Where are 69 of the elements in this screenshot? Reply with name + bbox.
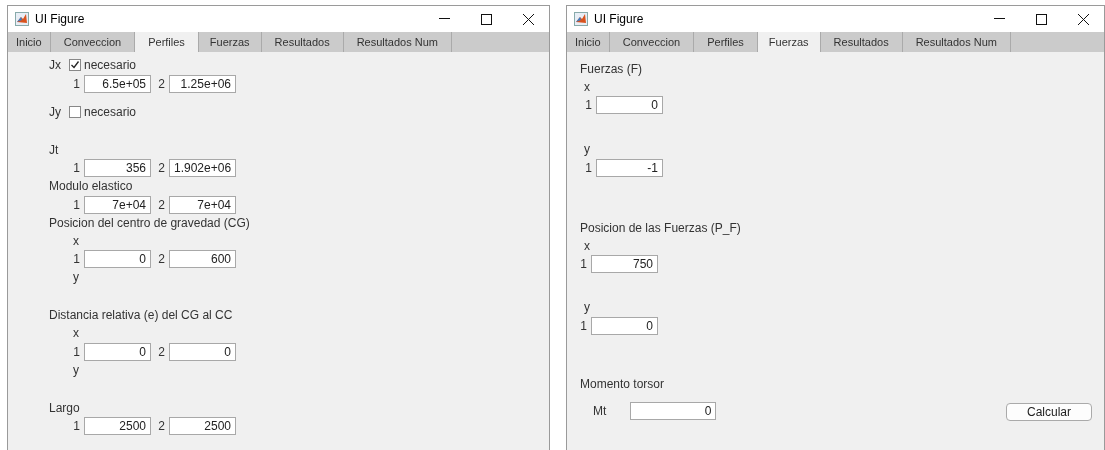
axis-label: x bbox=[73, 234, 79, 248]
number-field[interactable]: 0 bbox=[596, 96, 663, 114]
field-label: Mt bbox=[593, 404, 607, 418]
number-field[interactable]: 7e+04 bbox=[169, 196, 236, 214]
number-field[interactable]: 1.902e+06 bbox=[169, 159, 236, 177]
index-label: 1 bbox=[584, 161, 592, 175]
close-icon[interactable] bbox=[1077, 13, 1089, 25]
number-field[interactable]: 750 bbox=[591, 255, 658, 273]
tab[interactable]: Perfiles bbox=[135, 32, 199, 52]
index-label: 1 bbox=[72, 252, 80, 266]
index-label: 1 bbox=[72, 345, 80, 359]
index-label: 1 bbox=[72, 198, 80, 212]
index-label: 1 bbox=[72, 77, 80, 91]
maximize-icon[interactable] bbox=[1035, 13, 1047, 25]
number-field[interactable]: 0 bbox=[84, 250, 151, 268]
section-label: Posicion del centro de gravedad (CG) bbox=[49, 216, 250, 230]
index-label: 2 bbox=[157, 77, 165, 91]
calculate-button[interactable]: Calcular bbox=[1006, 403, 1092, 421]
window-title: UI Figure bbox=[594, 12, 645, 26]
section-label: Posicion de las Fuerzas (P_F) bbox=[580, 221, 741, 235]
close-icon[interactable] bbox=[522, 13, 534, 25]
index-label: 2 bbox=[157, 198, 165, 212]
number-field[interactable]: 600 bbox=[169, 250, 236, 268]
axis-label: x bbox=[73, 326, 79, 340]
number-field[interactable]: -1 bbox=[596, 159, 663, 177]
axis-label: y bbox=[584, 142, 590, 156]
number-field[interactable]: 7e+04 bbox=[84, 196, 151, 214]
section-label: Largo bbox=[49, 401, 80, 415]
section-label: Distancia relativa (e) del CG al CC bbox=[49, 308, 233, 322]
section-label: Modulo elastico bbox=[49, 179, 133, 193]
checkbox-label[interactable]: necesario bbox=[84, 58, 137, 72]
axis-label: y bbox=[73, 270, 79, 284]
number-field[interactable]: 1.25e+06 bbox=[169, 75, 236, 93]
checkbox-label[interactable]: necesario bbox=[84, 105, 137, 119]
axis-label: y bbox=[73, 363, 79, 377]
index-label: 1 bbox=[579, 257, 587, 271]
number-field[interactable]: 0 bbox=[630, 402, 717, 420]
window-title: UI Figure bbox=[35, 12, 86, 26]
app-icon bbox=[15, 12, 29, 26]
axis-label: x bbox=[584, 239, 590, 253]
checkbox[interactable] bbox=[69, 59, 81, 71]
minimize-icon[interactable] bbox=[993, 18, 1005, 20]
index-label: 1 bbox=[72, 419, 80, 433]
checkbox[interactable] bbox=[69, 106, 81, 118]
section-label: Jt bbox=[49, 143, 59, 157]
section-label: Fuerzas (F) bbox=[580, 62, 642, 76]
index-label: 2 bbox=[157, 252, 165, 266]
index-label: 1 bbox=[72, 161, 80, 175]
tab[interactable]: Fuerzas bbox=[757, 32, 821, 52]
maximize-icon[interactable] bbox=[480, 13, 492, 25]
field-label: Jx bbox=[49, 58, 61, 72]
number-field[interactable]: 0 bbox=[591, 317, 658, 335]
number-field[interactable]: 0 bbox=[169, 343, 236, 361]
index-label: 1 bbox=[584, 98, 592, 112]
number-field[interactable]: 356 bbox=[84, 159, 151, 177]
index-label: 2 bbox=[157, 419, 165, 433]
axis-label: y bbox=[584, 300, 590, 314]
app-icon bbox=[574, 12, 588, 26]
number-field[interactable]: 2500 bbox=[169, 417, 236, 435]
index-label: 2 bbox=[157, 345, 165, 359]
number-field[interactable]: 2500 bbox=[84, 417, 151, 435]
field-label: Jy bbox=[49, 105, 61, 119]
index-label: 2 bbox=[157, 161, 165, 175]
index-label: 1 bbox=[579, 319, 587, 333]
axis-label: x bbox=[584, 80, 590, 94]
minimize-icon[interactable] bbox=[438, 18, 450, 20]
number-field[interactable]: 6.5e+05 bbox=[84, 75, 151, 93]
section-label: Momento torsor bbox=[580, 377, 665, 391]
number-field[interactable]: 0 bbox=[84, 343, 151, 361]
